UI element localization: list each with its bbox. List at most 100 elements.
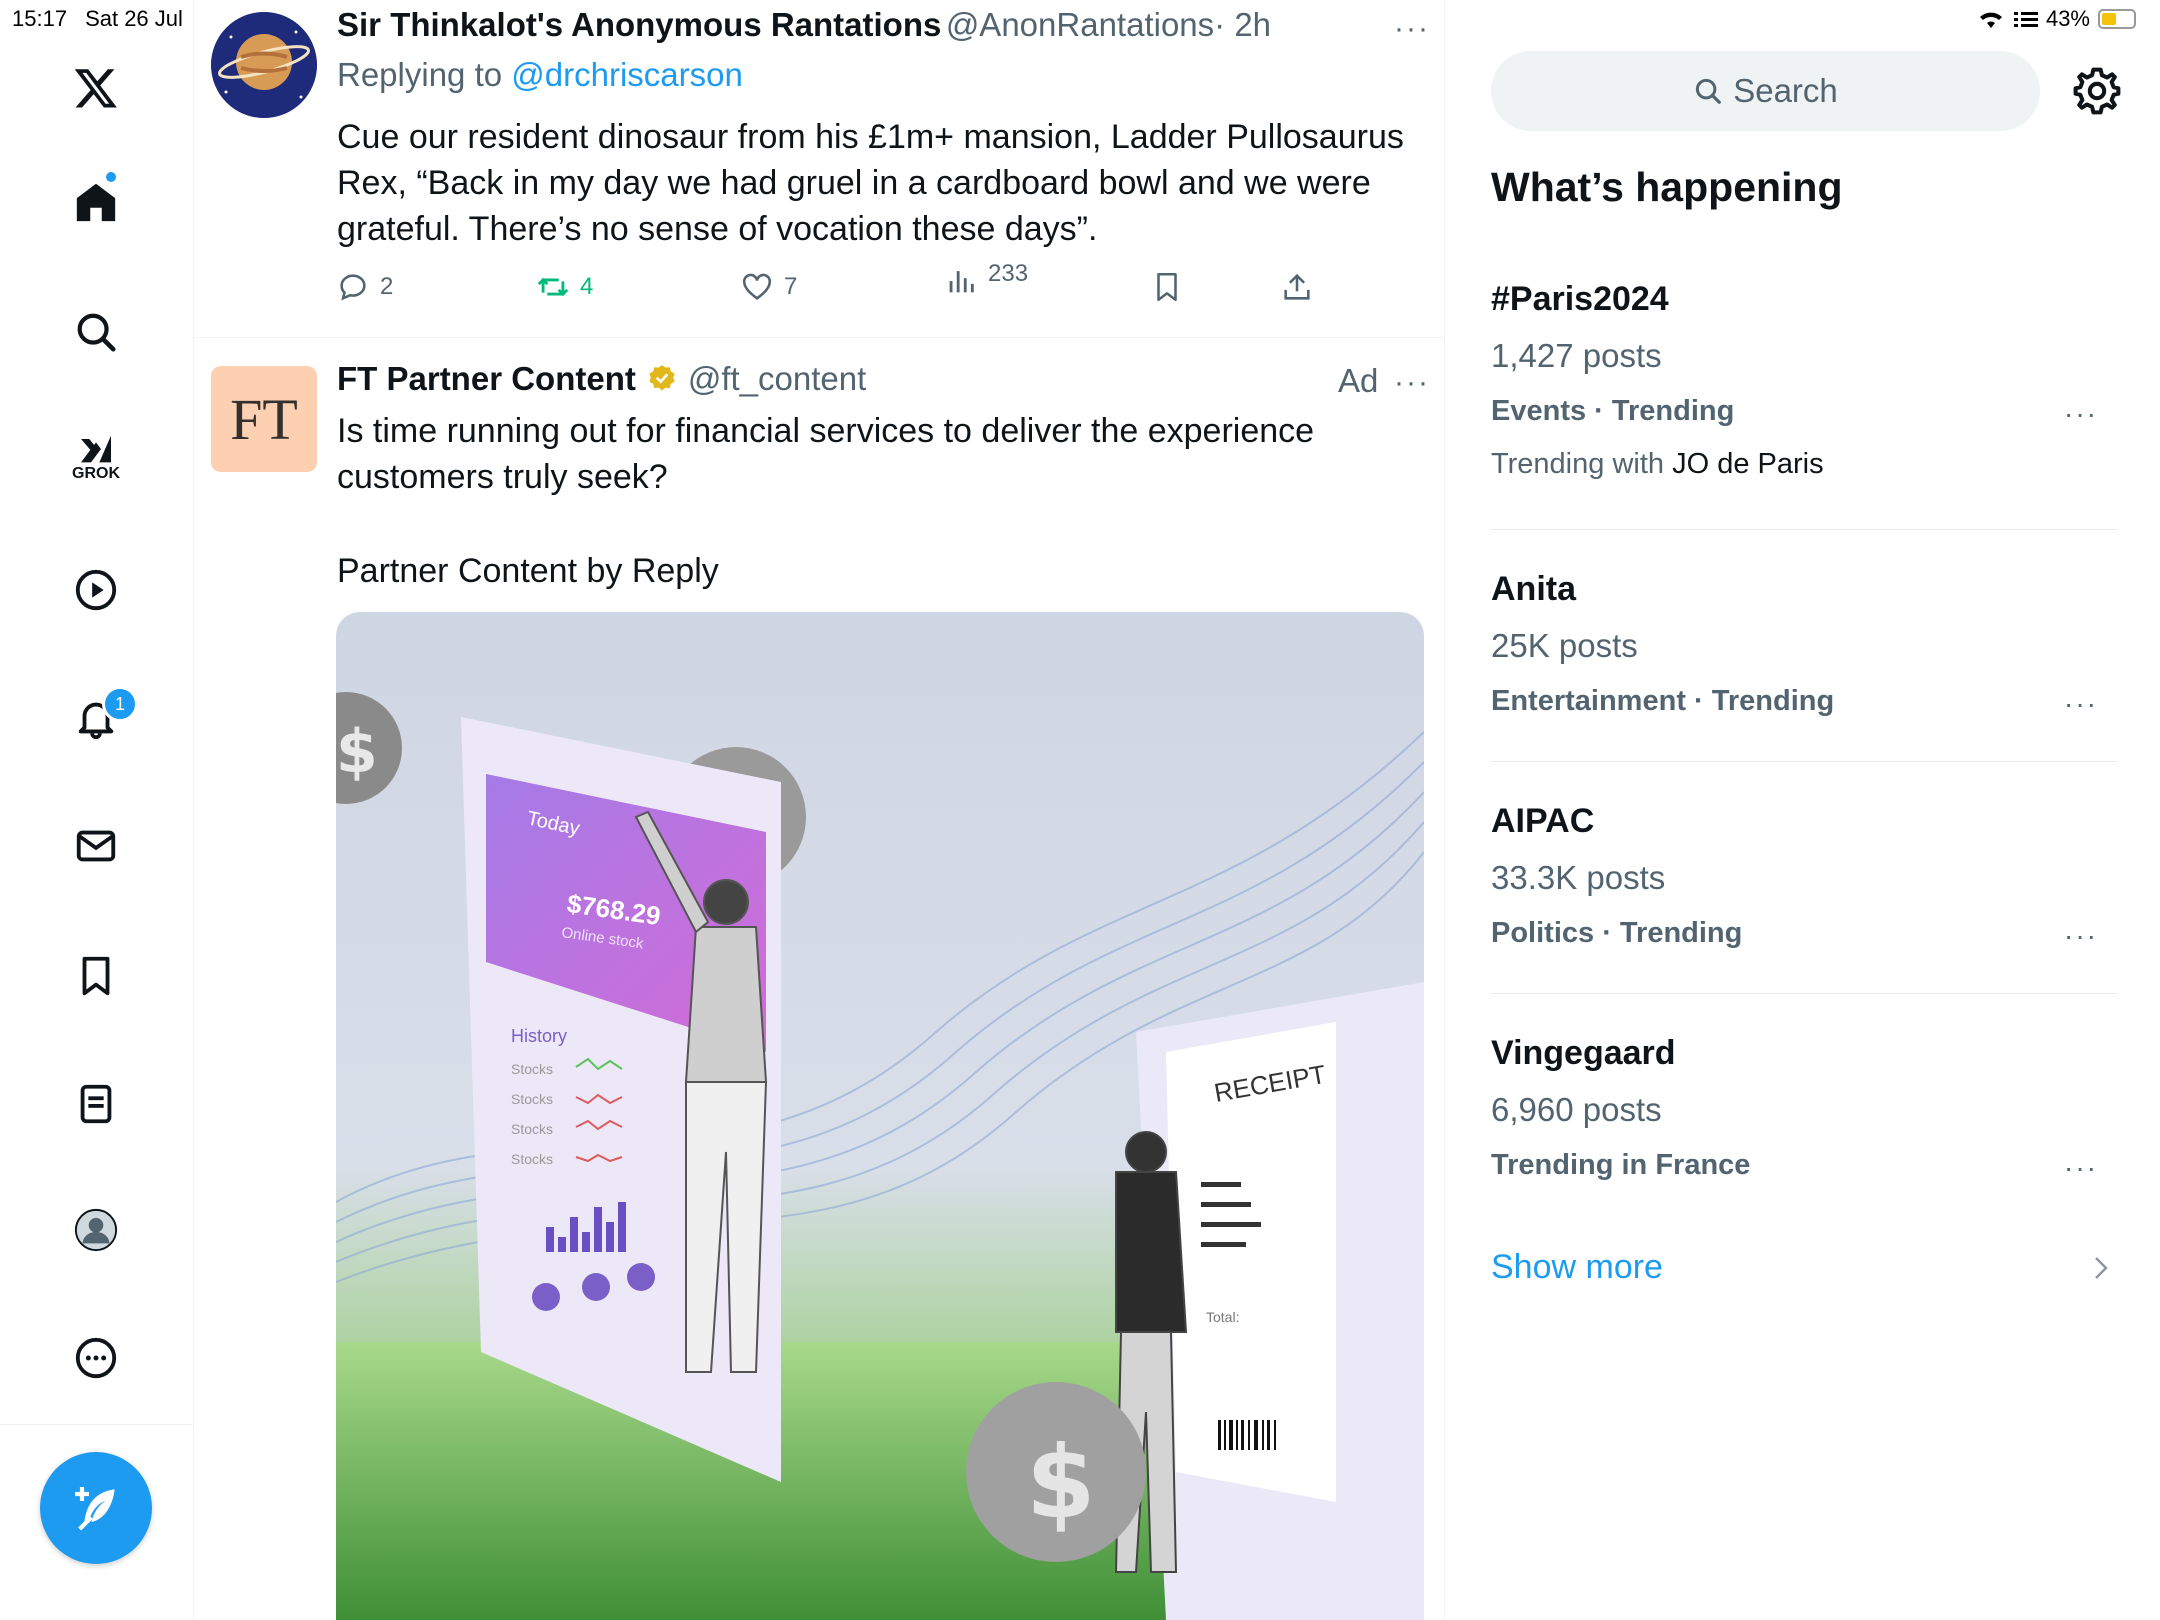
author-handle[interactable]: @AnonRantations — [946, 6, 1214, 43]
profile-avatar-icon[interactable] — [64, 1198, 128, 1262]
trend-more-button[interactable]: ··· — [2064, 398, 2098, 430]
nav-divider — [0, 1424, 193, 1425]
views-count: 233 — [988, 260, 1029, 287]
trend-more-button[interactable]: ··· — [2064, 1152, 2098, 1184]
more-options-icon[interactable] — [64, 1326, 128, 1390]
views-button[interactable]: 233 — [944, 260, 1028, 298]
tweet-header: Sir Thinkalot's Anonymous Rantations @An… — [337, 6, 1271, 44]
trend-title: Vingegaard — [1491, 1034, 1676, 1072]
reply-count: 2 — [380, 273, 394, 300]
author-avatar[interactable] — [211, 12, 317, 118]
video-play-icon[interactable] — [64, 558, 128, 622]
views-bar-chart-icon — [949, 271, 974, 293]
receipt-total: Total: — [1206, 1309, 1239, 1325]
like-count: 7 — [784, 273, 798, 300]
trend-divider — [1491, 993, 2117, 994]
phone-history-label: History — [511, 1026, 567, 1046]
battery-icon — [2098, 9, 2136, 29]
trend-title: AIPAC — [1491, 802, 1595, 840]
like-button[interactable]: 7 — [740, 270, 797, 304]
trend-divider — [1491, 761, 2117, 762]
trend-item[interactable]: AIPAC 33.3K posts Politics · Trending — [1491, 802, 1742, 950]
trending-with-name[interactable]: JO de Paris — [1672, 448, 1824, 480]
trend-more-button[interactable]: ··· — [2064, 920, 2098, 952]
verified-badge-icon — [649, 365, 675, 391]
bookmark-icon — [1157, 272, 1177, 302]
tweet-body: Cue our resident dinosaur from his £1m+ … — [337, 118, 1404, 248]
phone-stocks-1: Stocks — [511, 1061, 553, 1077]
bookmark-button[interactable] — [1150, 270, 1184, 304]
phone-stocks-3: Stocks — [511, 1121, 553, 1137]
home-unread-dot — [104, 170, 118, 184]
coin-dollar-bottom: $ — [1026, 1424, 1096, 1541]
ad-author-name[interactable]: FT Partner Content — [337, 360, 636, 398]
lists-icon[interactable] — [64, 1072, 128, 1136]
trend-category: Politics · Trending — [1491, 917, 1743, 949]
ad-tweet-header: FT Partner Content @ft_content — [337, 360, 866, 398]
replying-prefix: Replying to — [337, 56, 503, 93]
tweet-more-button[interactable]: ··· — [1394, 12, 1430, 46]
compose-post-button[interactable] — [40, 1452, 152, 1564]
ad-tweet-body: Is time running out for financial servic… — [337, 412, 1315, 496]
search-placeholder: Search — [1733, 72, 1838, 109]
tweet-divider — [194, 337, 1444, 338]
phone-stocks-2: Stocks — [511, 1091, 553, 1107]
heart-icon — [742, 273, 772, 300]
planet-avatar-image — [211, 12, 317, 118]
author-name[interactable]: Sir Thinkalot's Anonymous Rantations — [337, 6, 941, 43]
notifications-bell-icon[interactable]: 1 — [64, 686, 138, 750]
wifi-icon — [1979, 12, 2002, 28]
replying-to-handle[interactable]: @drchriscarson — [511, 56, 743, 93]
share-button[interactable] — [1280, 270, 1314, 304]
trend-title: #Paris2024 — [1491, 280, 1669, 318]
trend-item[interactable]: Vingegaard 6,960 posts Trending in Franc… — [1491, 1034, 1750, 1182]
repost-count: 4 — [580, 273, 594, 300]
trend-more-button[interactable]: ··· — [2064, 688, 2098, 720]
settings-gear-icon[interactable] — [2070, 64, 2124, 118]
trend-posts: 33.3K posts — [1491, 859, 1666, 896]
trend-category: Events · Trending — [1491, 395, 1735, 427]
battery-percent: 43% — [2045, 6, 2090, 31]
reply-button[interactable]: 2 — [336, 270, 393, 304]
ad-partner-line: Partner Content by Reply — [337, 552, 719, 590]
trending-with-line: Trending with JO de Paris — [1491, 448, 1824, 481]
trend-posts: 1,427 posts — [1491, 337, 1662, 374]
coin-dollar-left: $ — [336, 717, 378, 787]
repost-button[interactable]: 4 — [536, 270, 593, 304]
trend-posts: 25K posts — [1491, 627, 1638, 664]
trend-category: Entertainment · Trending — [1491, 685, 1835, 717]
messages-envelope-icon[interactable] — [64, 814, 128, 878]
list-icon — [2013, 12, 2038, 27]
repost-icon — [537, 277, 569, 297]
bookmarks-icon[interactable] — [64, 944, 128, 1008]
search-icon[interactable] — [64, 300, 128, 364]
grok-label: GROK — [72, 465, 120, 482]
show-more-link[interactable]: Show more — [1491, 1248, 1663, 1287]
ad-label: Ad — [1338, 362, 1379, 399]
trend-divider — [1491, 529, 2117, 530]
grok-icon[interactable]: GROK — [64, 424, 128, 488]
trend-item[interactable]: Anita 25K posts Entertainment · Trending — [1491, 570, 1834, 718]
ad-image[interactable]: $ Today $768.29 Online stock History Sto… — [336, 612, 1424, 1620]
home-icon[interactable] — [64, 170, 128, 234]
trend-category: Trending in France — [1491, 1149, 1751, 1181]
x-logo-icon[interactable] — [64, 56, 128, 120]
trend-item[interactable]: #Paris2024 1,427 posts Events · Trending… — [1491, 280, 1824, 481]
status-bar-right: 43% — [1976, 6, 2136, 32]
ad-more-button[interactable]: ··· — [1394, 366, 1430, 400]
search-input[interactable]: Search — [1491, 51, 2040, 131]
ft-avatar[interactable]: FT — [211, 366, 317, 472]
trend-title: Anita — [1491, 570, 1576, 608]
search-icon — [1696, 78, 1722, 104]
notification-count-badge: 1 — [102, 686, 138, 722]
phone-stocks-4: Stocks — [511, 1151, 553, 1167]
whats-happening-heading: What’s happening — [1491, 164, 1843, 210]
compose-feather-plus-icon — [75, 1487, 115, 1531]
share-upload-icon — [1284, 273, 1310, 300]
ad-author-handle[interactable]: @ft_content — [688, 360, 866, 398]
replying-to-line: Replying to @drchriscarson — [337, 56, 743, 94]
trending-with-prefix: Trending with — [1491, 448, 1665, 480]
chevron-right-icon[interactable] — [2090, 1254, 2112, 1287]
tweet-time[interactable]: · 2h — [1214, 6, 1271, 43]
reply-bubble-icon — [340, 274, 366, 301]
